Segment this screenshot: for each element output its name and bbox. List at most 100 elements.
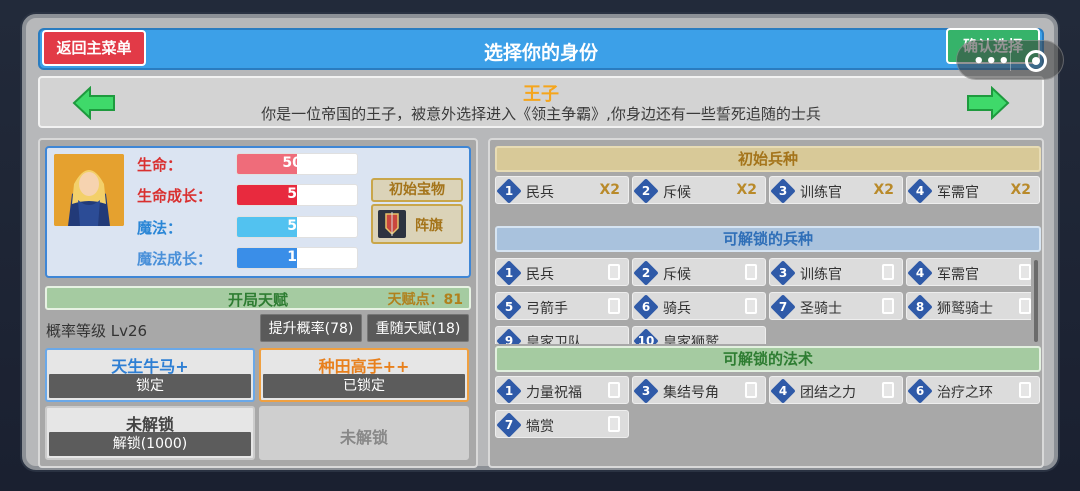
unlockable-troops-header: 可解锁的兵种 — [495, 226, 1041, 252]
chip-犒赏[interactable]: 7 犒赏 — [495, 410, 629, 438]
number-badge-icon: 1 — [499, 263, 519, 283]
chip-label: 皇家卫队 — [526, 335, 582, 344]
close-target-icon[interactable] — [1025, 50, 1047, 72]
lock-icon — [608, 416, 620, 432]
unlock-talent-button[interactable]: 解锁(1000) — [49, 432, 251, 456]
talent-lock-button[interactable]: 锁定 — [49, 374, 251, 398]
chip-label: 力量祝福 — [526, 385, 582, 401]
chip-label: 民兵 — [526, 185, 554, 201]
number-badge-icon: 9 — [499, 331, 519, 344]
chip-label: 治疗之环 — [937, 385, 993, 401]
talent-card-4: 未解锁 — [259, 406, 469, 460]
chip-label: 犒赏 — [526, 419, 554, 435]
mp-bar: 50 — [236, 216, 358, 238]
number-badge-icon: 1 — [499, 381, 519, 401]
number-badge-icon: 6 — [636, 297, 656, 317]
identity-select-panel: 选择你的身份 返回主菜单 确认选择 王子 你是一位帝国的王子，被意外选择进入《领… — [22, 14, 1058, 470]
chip-集结号角[interactable]: 3 集结号角 — [632, 376, 766, 404]
chip-label: 圣骑士 — [800, 301, 842, 317]
initial-treasure-header: 初始宝物 — [371, 178, 463, 202]
back-to-menu-button[interactable]: 返回主菜单 — [42, 30, 146, 66]
chip-label: 狮鹫骑士 — [937, 301, 993, 317]
lock-icon — [608, 382, 620, 398]
number-badge-icon: 4 — [773, 381, 793, 401]
talent-points: 天赋点：81 — [387, 292, 463, 308]
chip-力量祝福[interactable]: 1 力量祝福 — [495, 376, 629, 404]
chip-狮鹫骑士[interactable]: 8 狮鹫骑士 — [906, 292, 1031, 320]
probability-level: 概率等级 Lv26 — [46, 322, 148, 340]
mp-label: 魔法： — [137, 219, 183, 237]
talent-card-1[interactable]: 天生牛马+ 锁定 — [45, 348, 255, 402]
page-title: 选择你的身份 — [483, 42, 598, 64]
lock-icon — [882, 298, 894, 314]
chip-训练官[interactable]: 3 训练官 X2 — [769, 176, 903, 204]
raise-probability-button[interactable]: 提升概率(78) — [260, 314, 362, 342]
talent-name: 未解锁 — [339, 428, 388, 447]
number-badge-icon: 7 — [773, 297, 793, 317]
chip-斥候[interactable]: 2 斥候 X2 — [632, 176, 766, 204]
chip-皇家狮鹫[interactable]: 10 皇家狮鹫 — [632, 326, 766, 344]
number-badge-icon: 2 — [636, 263, 656, 283]
number-badge-icon: 7 — [499, 415, 519, 435]
talent-card-3[interactable]: 未解锁 解锁(1000) — [45, 406, 255, 460]
lock-icon — [745, 382, 757, 398]
identity-description: 你是一位帝国的王子，被意外选择进入《领主争霸》,你身边还有一些誓死追随的士兵 — [261, 105, 821, 123]
chip-label: 斥候 — [663, 267, 691, 283]
starting-talent-header: 开局天赋 天赋点：81 — [45, 286, 471, 310]
troops-scrollbar[interactable] — [1034, 260, 1038, 342]
chip-军需官[interactable]: 4 军需官 — [906, 258, 1031, 286]
number-badge-icon: 4 — [910, 181, 930, 201]
lock-icon — [1019, 298, 1031, 314]
hp-growth-bar: 50 — [236, 184, 358, 206]
number-badge-icon: 3 — [636, 381, 656, 401]
mp-growth-label: 魔法成长： — [137, 250, 213, 268]
chip-label: 斥候 — [663, 185, 691, 201]
chip-军需官[interactable]: 4 军需官 X2 — [906, 176, 1040, 204]
left-column: 生命： 500 生命成长： 50 魔法： 50 魔法成长： 10 初始宝物 阵旗… — [38, 138, 478, 468]
chip-团结之力[interactable]: 4 团结之力 — [769, 376, 903, 404]
number-badge-icon: 3 — [773, 263, 793, 283]
treasure-item[interactable]: 阵旗 — [371, 204, 463, 244]
number-badge-icon: 1 — [499, 181, 519, 201]
prince-portrait — [54, 154, 124, 226]
number-badge-icon: 8 — [910, 297, 930, 317]
chip-圣骑士[interactable]: 7 圣骑士 — [769, 292, 903, 320]
chip-治疗之环[interactable]: 6 治疗之环 — [906, 376, 1040, 404]
chip-弓箭手[interactable]: 5 弓箭手 — [495, 292, 629, 320]
chip-民兵[interactable]: 1 民兵 — [495, 258, 629, 286]
chip-label: 弓箭手 — [526, 301, 568, 317]
chip-骑兵[interactable]: 6 骑兵 — [632, 292, 766, 320]
number-badge-icon: 6 — [910, 381, 930, 401]
more-menu-icon[interactable]: ••• — [973, 51, 1011, 72]
chip-label: 民兵 — [526, 267, 554, 283]
lock-icon — [1019, 264, 1031, 280]
hp-growth-label: 生命成长： — [137, 187, 213, 205]
hp-label: 生命： — [137, 156, 183, 174]
number-badge-icon: 10 — [636, 331, 656, 344]
chip-训练官[interactable]: 3 训练官 — [769, 258, 903, 286]
mp-growth-bar: 10 — [236, 247, 358, 269]
number-badge-icon: 4 — [910, 263, 930, 283]
chip-民兵[interactable]: 1 民兵 X2 — [495, 176, 629, 204]
chip-斥候[interactable]: 2 斥候 — [632, 258, 766, 286]
chip-label: 军需官 — [937, 185, 979, 201]
talent-card-2[interactable]: 种田高手++ 已锁定 — [259, 348, 469, 402]
treasure-name: 阵旗 — [415, 218, 443, 234]
character-card: 生命： 500 生命成长： 50 魔法： 50 魔法成长： 10 初始宝物 阵旗 — [45, 146, 471, 278]
talent-lock-button[interactable]: 已锁定 — [263, 374, 465, 398]
chip-label: 骑兵 — [663, 301, 691, 317]
chip-label: 团结之力 — [800, 385, 856, 401]
lock-icon — [608, 298, 620, 314]
lock-icon — [882, 382, 894, 398]
unlockable-spells-header: 可解锁的法术 — [495, 346, 1041, 372]
chip-皇家卫队[interactable]: 9 皇家卫队 — [495, 326, 629, 344]
reroll-talent-button[interactable]: 重随天赋(18) — [367, 314, 469, 342]
chip-count: X2 — [599, 182, 620, 198]
number-badge-icon: 5 — [499, 297, 519, 317]
unlockable-troops-list[interactable]: 1 民兵 2 斥候 3 训练官 4 军需官 5 弓箭手 6 骑兵 7 圣骑士 8 狮鹫骑士 9 皇家卫队 10 皇家狮… — [495, 258, 1031, 344]
lock-icon — [882, 264, 894, 280]
chip-count: X2 — [1010, 182, 1031, 198]
lock-icon — [745, 264, 757, 280]
chip-label: 皇家狮鹫 — [663, 335, 719, 344]
chip-label: 军需官 — [937, 267, 979, 283]
